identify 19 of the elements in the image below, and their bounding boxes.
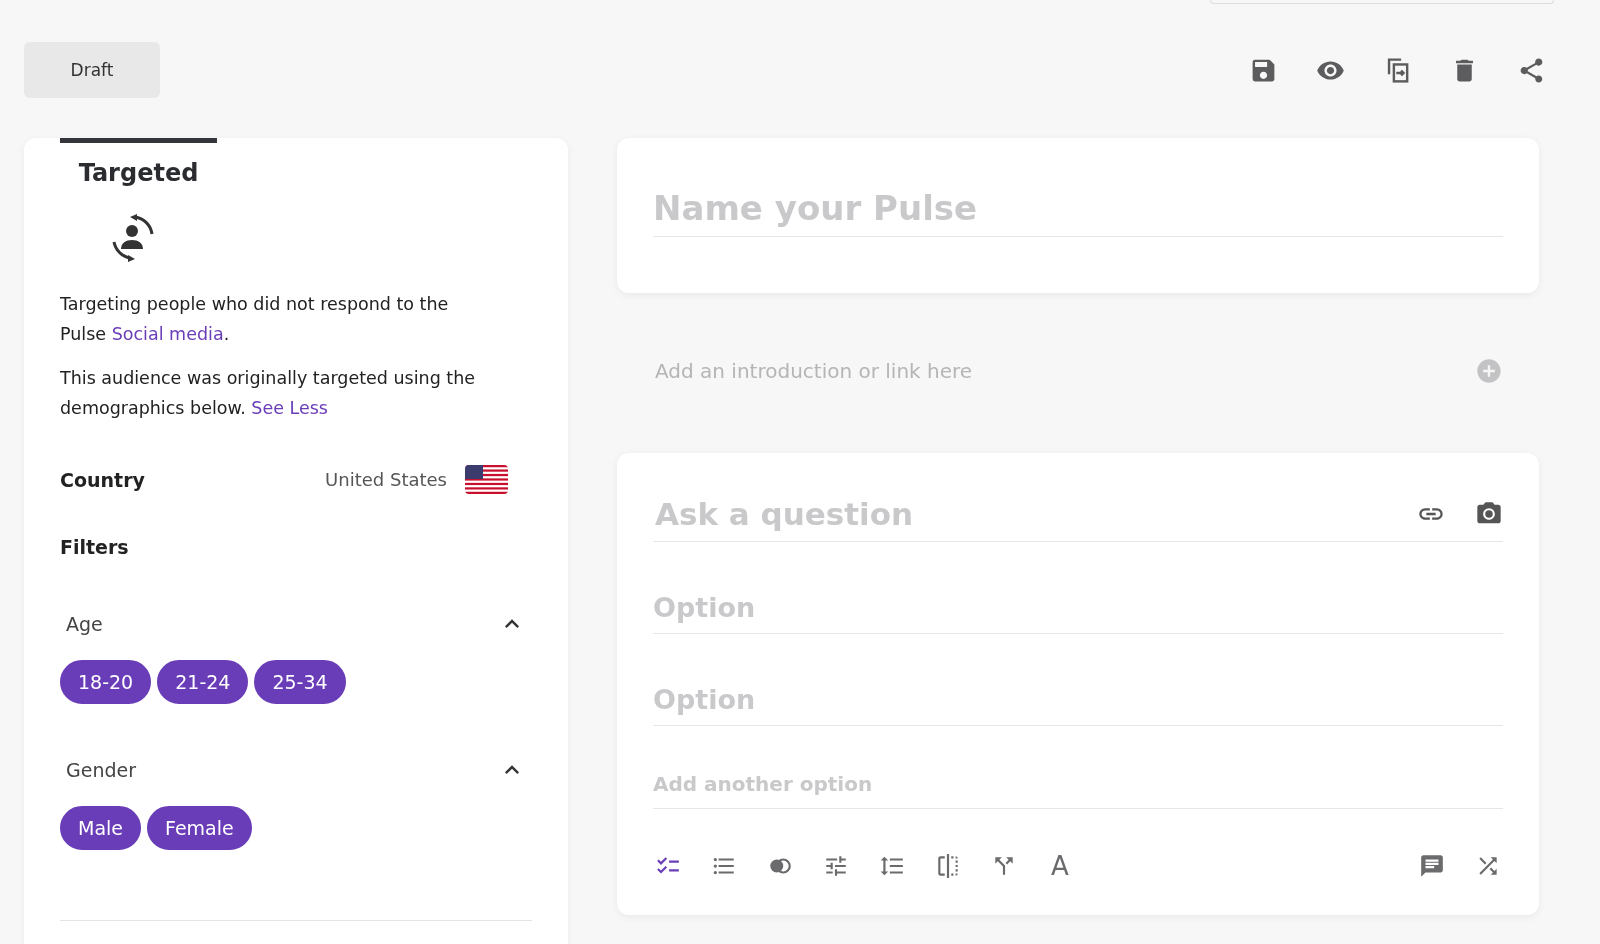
targeted-tab[interactable]: Targeted bbox=[60, 138, 217, 187]
description-text: This audience was originally targeted using the demographics below. See Less bbox=[60, 367, 477, 420]
country-value: United States bbox=[325, 469, 447, 490]
filter-chip[interactable]: 18-20 bbox=[60, 660, 152, 704]
intro-input[interactable]: Add an introduction or link here bbox=[653, 358, 1475, 384]
filters-heading: Filters bbox=[60, 536, 129, 558]
text-style-button[interactable]: A bbox=[1045, 851, 1075, 881]
us-flag-icon bbox=[465, 465, 508, 494]
draft-button[interactable]: Draft bbox=[24, 42, 160, 98]
filter-label: Age bbox=[66, 613, 103, 635]
description-text: Targeting people who did not respond to the Pulse Social media. bbox=[60, 293, 450, 346]
filter-label: Gender bbox=[66, 759, 137, 781]
filter-chip[interactable]: 25-34 bbox=[254, 660, 346, 704]
filter-chip[interactable]: Male bbox=[60, 806, 141, 850]
inline-link[interactable]: Social media bbox=[111, 324, 224, 344]
filter-chip[interactable]: Female bbox=[147, 806, 252, 850]
inline-link[interactable]: See Less bbox=[251, 398, 328, 418]
country-label: Country bbox=[60, 468, 145, 491]
filter-chip[interactable]: 21-24 bbox=[157, 660, 249, 704]
